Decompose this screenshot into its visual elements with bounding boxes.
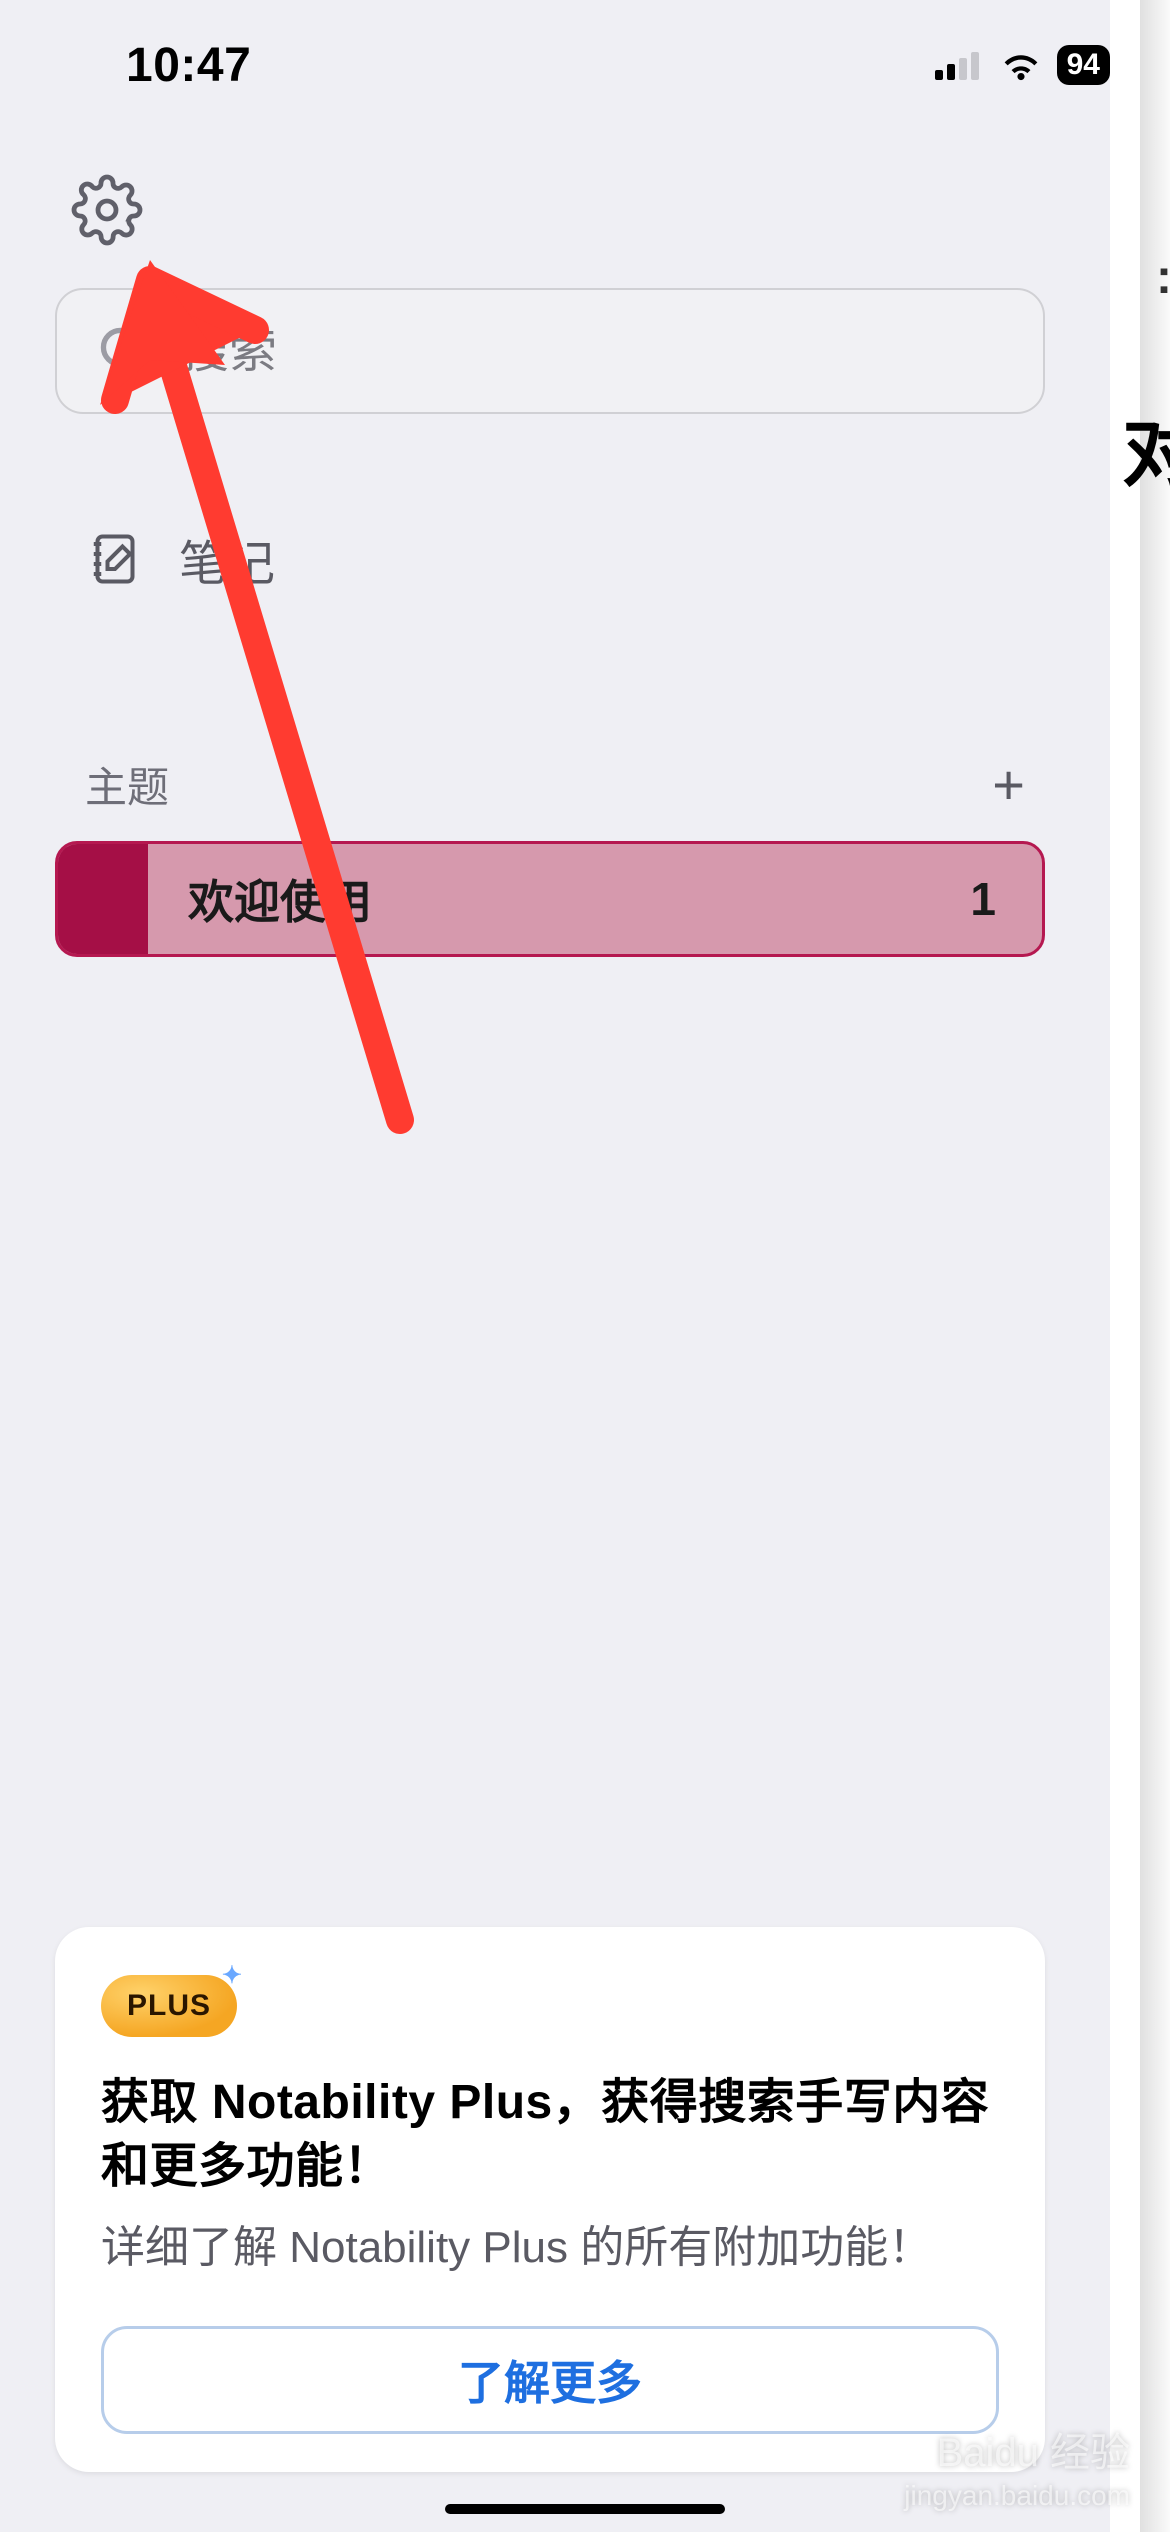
search-field[interactable] — [55, 288, 1045, 414]
search-input[interactable] — [181, 324, 1005, 379]
subject-name: 欢迎使用 — [148, 866, 970, 932]
watermark-brand: Baidu 经验 — [937, 2420, 1130, 2478]
plus-badge-text: PLUS — [127, 1989, 211, 2023]
nav-notes-label: 笔记 — [179, 524, 275, 594]
plus-badge: PLUS — [101, 1975, 237, 2037]
subjects-header: 主题 — [85, 754, 169, 815]
promo-title: 获取 Notability Plus，获得搜索手写内容和更多功能！ — [101, 2071, 999, 2201]
subject-row-welcome[interactable]: 欢迎使用 1 — [55, 841, 1045, 957]
battery-indicator: 94 — [1057, 45, 1110, 85]
watermark: Baidu 经验 jingyan.baidu.com — [904, 2420, 1130, 2512]
promo-card: PLUS 获取 Notability Plus，获得搜索手写内容和更多功能！ 详… — [55, 1927, 1045, 2472]
subject-color-stripe — [58, 844, 148, 954]
status-bar: 10:47 94 — [0, 0, 1170, 110]
promo-cta-label: 了解更多 — [458, 2347, 642, 2413]
settings-button[interactable] — [69, 172, 145, 248]
watermark-sub: jingyan.baidu.com — [904, 2480, 1130, 2512]
status-time: 10:47 — [60, 38, 251, 93]
search-icon — [95, 322, 153, 380]
promo-subtitle: 详细了解 Notability Plus 的所有附加功能！ — [101, 2216, 999, 2280]
status-icons: 94 — [935, 45, 1110, 85]
gear-icon — [71, 174, 143, 246]
subject-count: 1 — [970, 872, 1042, 926]
panel-divider-shadow — [1140, 0, 1170, 2532]
notes-icon — [85, 529, 145, 589]
plus-icon: + — [992, 753, 1025, 816]
wifi-icon — [999, 49, 1043, 81]
home-indicator — [445, 2504, 725, 2514]
cellular-icon — [935, 50, 985, 80]
add-subject-button[interactable]: + — [992, 757, 1025, 813]
promo-cta-button[interactable]: 了解更多 — [101, 2326, 999, 2434]
battery-percent: 94 — [1067, 48, 1100, 82]
nav-notes[interactable]: 笔记 — [55, 414, 1045, 594]
